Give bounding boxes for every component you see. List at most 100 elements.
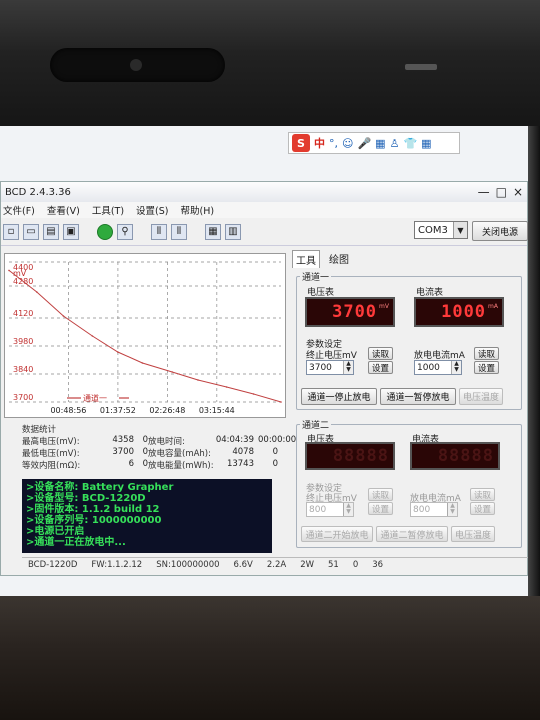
ch1-stop-button[interactable]: 通道一停止放电 [301,388,377,405]
ch1-discharge-read-button[interactable]: 读取 [474,347,499,360]
title-bar[interactable]: BCD 2.4.3.36 — □ × [1,182,527,202]
export-icon[interactable]: ▤ [43,223,59,240]
data-point [171,371,174,373]
stats-row: 等效内阻(mΩ): 6 0 放电能量(mWh): 13743 0 [22,459,286,471]
ch1-pause-button[interactable]: 通道一暂停放电 [380,388,456,405]
layout-icon[interactable]: ▦ [205,223,221,240]
stats-panel: 数据统计 最高电压(mV): 4358 0 放电时间: 04:04:39 00:… [22,423,296,473]
ch1-discharge-input[interactable]: 1000 ▲ ▼ [414,360,462,375]
punctuation-icon[interactable]: °, [329,137,338,150]
menu-help[interactable]: 帮助(H) [180,203,214,217]
ch1-discharge-buttons: 读取 设置 [474,347,499,374]
ch2-cutoff-value: 800 [309,504,327,515]
ch2-cutoff-read-button[interactable]: 读取 [368,488,393,501]
spinner-arrows-icon[interactable]: ▲ ▼ [343,503,353,516]
ch1-discharge-value: 1000 [417,362,440,373]
microphone-icon[interactable]: 🎤 [357,137,371,150]
new-file-icon[interactable]: ▫ [3,223,19,240]
minimize-button[interactable]: — [478,185,490,199]
ch2-pause-button[interactable]: 通道二暂停放电 [376,526,448,542]
menu-file[interactable]: 文件(F) [3,203,35,217]
x-tick-label: 01:37:52 [100,406,136,415]
stat-value: 0 [272,447,278,457]
stat-value: 3700 [112,447,134,457]
log-line: >电源已开启 [26,526,85,537]
ch2-discharge-input[interactable]: 800 ▲ ▼ [410,502,458,517]
log-line: >设备名称: Battery Grapher [26,482,174,493]
tab-plot[interactable]: 绘图 [326,250,352,268]
chevron-down-icon[interactable]: ▼ [453,222,467,238]
stat-value: 0 [142,435,148,445]
menu-tools[interactable]: 工具(T) [92,203,124,217]
data-point [252,393,255,395]
ch1-current-display: 1000 mA [414,297,504,327]
open-folder-icon[interactable]: ▭ [23,223,39,240]
ch1-cutoff-buttons: 读取 设置 [368,347,393,374]
stats-row: 最高电压(mV): 4358 0 放电时间: 04:04:39 00:00:00 [22,435,296,447]
ch1-cutoff-read-button[interactable]: 读取 [368,347,393,360]
ime-mode-toggle[interactable]: 中 [314,135,325,151]
user-icon[interactable]: ♙ [390,137,400,150]
maximize-button[interactable]: □ [496,185,507,199]
ch2-discharge-read-button[interactable]: 读取 [470,488,495,501]
stat-value: 0 [142,447,148,457]
tab-tools[interactable]: 工具 [292,250,320,268]
table-icon[interactable]: ▥ [225,223,241,240]
status-bar: BCD-1220D FW:1.1.2.12 SN:100000000 6.6V … [22,557,528,572]
y-tick-label: 3840 [13,365,33,374]
chart-view-2-icon[interactable]: ⫴ [171,223,187,240]
ime-toolbar[interactable]: S 中 °, ☺ 🎤 ▦ ♙ 👕 ▦ [288,132,460,154]
series-line [8,270,282,403]
com-port-select[interactable]: COM3 ▼ [414,221,468,239]
status-value: 51 [328,560,339,570]
spinner-arrows-icon[interactable]: ▲ ▼ [451,361,461,374]
keyboard-icon[interactable]: ▦ [375,137,385,150]
data-point [280,401,282,403]
stats-title: 数据统计 [22,425,57,435]
menu-view[interactable]: 查看(V) [47,203,80,217]
ch2-cutoff-set-button[interactable]: 设置 [368,502,393,515]
spinner-arrows-icon[interactable]: ▲ ▼ [343,361,353,374]
stat-label: 最高电压(mV): [22,437,80,447]
status-serial: SN:100000000 [156,560,220,570]
ch2-current-display: 88888 [410,442,500,470]
data-point [141,362,144,364]
chart-view-icon[interactable]: ⫴ [151,223,167,240]
menu-settings[interactable]: 设置(S) [136,203,168,217]
search-icon[interactable]: ⚲ [117,223,133,240]
ch2-cutoff-input[interactable]: 800 ▲ ▼ [306,502,354,517]
close-power-button[interactable]: 关闭电源 [472,221,528,241]
emoji-icon[interactable]: ☺ [342,137,353,150]
x-tick-label: 02:26:48 [149,406,185,415]
monitor-led [405,64,437,70]
status-value: 0 [352,560,359,570]
sogou-logo-icon[interactable]: S [292,134,310,152]
ch1-voltage-value: 3700 [332,302,378,322]
ch2-start-button[interactable]: 通道二开始放电 [301,526,373,542]
ch2-discharge-set-button[interactable]: 设置 [470,502,495,515]
ch2-current-value: 88888 [437,446,494,466]
start-icon[interactable] [97,223,113,240]
ch1-cutoff-input[interactable]: 3700 ▲ ▼ [306,360,354,375]
skin-icon[interactable]: 👕 [403,137,417,150]
channel-1-title: 通道一 [300,270,332,283]
ch2-clear-button[interactable]: 电压温度 [451,526,495,542]
x-tick-label: 00:48:56 [50,406,86,415]
close-button[interactable]: × [513,185,523,199]
log-line: >固件版本: 1.1.2 build 12 [26,504,160,515]
ch1-clear-button[interactable]: 电压温度 [459,388,503,405]
ch1-cutoff-set-button[interactable]: 设置 [368,361,393,374]
menu-bar: 文件(F) 查看(V) 工具(T) 设置(S) 帮助(H) [1,202,527,218]
ch2-cutoff-buttons: 读取 设置 [368,488,393,515]
spinner-arrows-icon[interactable]: ▲ ▼ [447,503,457,516]
status-model: BCD-1220D [28,560,78,570]
log-console[interactable]: >设备名称: Battery Grapher >设备型号: BCD-1220D … [22,479,272,553]
toolbox-icon[interactable]: ▦ [421,137,431,150]
status-value: 36 [372,560,384,570]
stat-value: 0 [272,459,278,469]
stat-label: 放电时间: [148,437,185,447]
ch1-discharge-set-button[interactable]: 设置 [474,361,499,374]
ch2-voltage-value: 88888 [332,446,389,466]
ch1-current-value: 1000 [441,302,487,322]
save-icon[interactable]: ▣ [63,223,79,240]
